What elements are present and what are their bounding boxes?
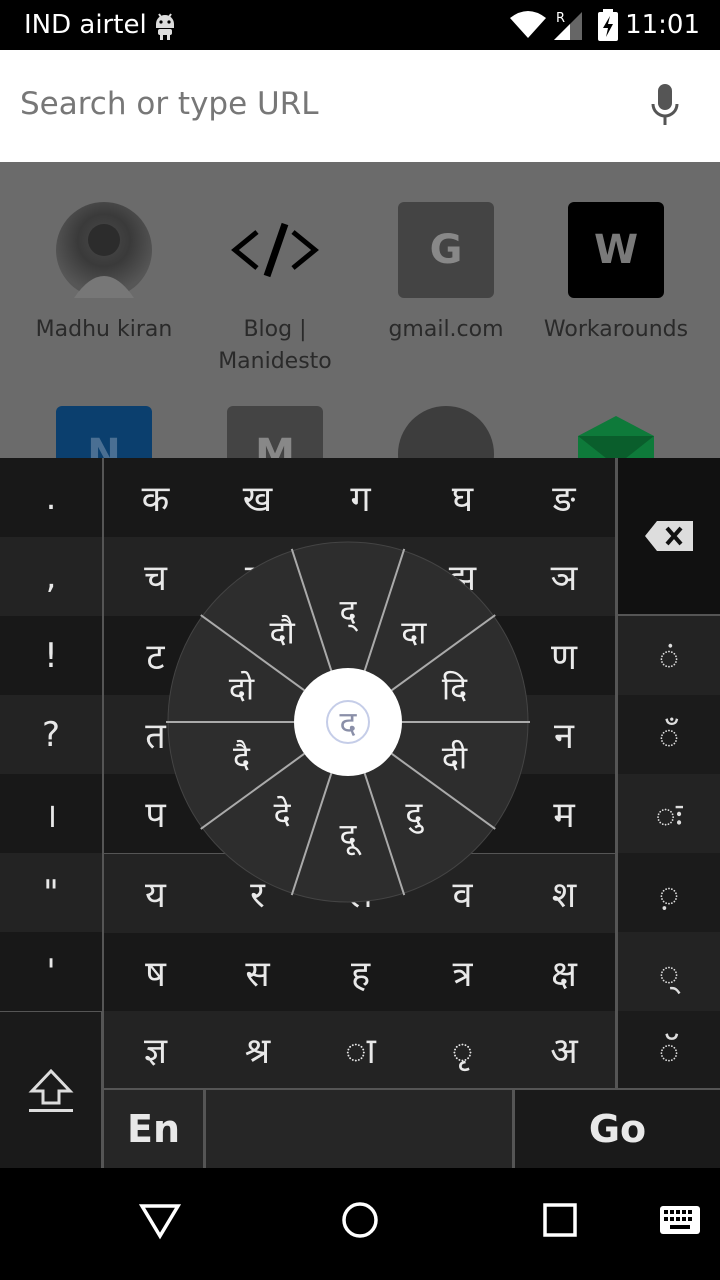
- key-consonant[interactable]: ण: [513, 616, 615, 695]
- backspace-icon: [645, 521, 693, 551]
- wheel-option[interactable]: दौ: [270, 613, 296, 651]
- roaming-indicator: R: [556, 11, 565, 26]
- key-consonant[interactable]: क: [104, 458, 207, 537]
- letter-thumb: G: [398, 202, 494, 298]
- key-consonant[interactable]: च: [104, 537, 207, 616]
- medium-logo: [568, 406, 664, 458]
- backspace-key[interactable]: [618, 458, 720, 614]
- key-consonant[interactable]: ख: [206, 458, 309, 537]
- wheel-option[interactable]: दी: [442, 739, 468, 777]
- key-consonant[interactable]: ञ: [513, 537, 615, 616]
- space-key[interactable]: [206, 1090, 512, 1168]
- matra-key-chandrabindu[interactable]: ◌ँ: [618, 695, 720, 774]
- omnibox[interactable]: Search or type URL: [0, 50, 720, 162]
- key-symbol[interactable]: ': [0, 932, 102, 1011]
- key-symbol[interactable]: !: [0, 616, 102, 695]
- tile-workarounds[interactable]: W Workarounds: [531, 202, 701, 346]
- code-logo: [227, 202, 323, 298]
- most-visited-grid: Madhu kiran Blog | Manidesto G gmail.com …: [0, 162, 720, 458]
- tile-avatar[interactable]: [361, 406, 531, 458]
- tile-m[interactable]: M: [190, 406, 360, 458]
- matra-key-nukta[interactable]: ◌़: [618, 853, 720, 932]
- status-bar: IND airtel R 11:01: [0, 0, 720, 50]
- tile-n[interactable]: N: [19, 406, 189, 458]
- key-consonant[interactable]: श: [513, 854, 615, 933]
- navigation-bar: [0, 1168, 720, 1280]
- wheel-option[interactable]: द्: [340, 592, 359, 632]
- back-icon[interactable]: [138, 1198, 182, 1242]
- matra-key-visarga[interactable]: ◌ः: [618, 774, 720, 853]
- tile-blog[interactable]: Blog | Manidesto: [190, 202, 360, 378]
- key-consonant[interactable]: त्र: [411, 933, 514, 1012]
- key-consonant[interactable]: ह: [309, 933, 412, 1012]
- key-consonant[interactable]: क्ष: [513, 933, 615, 1012]
- key-symbol[interactable]: .: [0, 458, 102, 537]
- key-consonant[interactable]: ष: [104, 933, 207, 1012]
- tile-label: Workarounds: [543, 317, 689, 342]
- tile-label: Blog | Manidesto: [218, 317, 332, 374]
- mic-icon[interactable]: [650, 82, 680, 128]
- key-consonant[interactable]: स: [206, 933, 309, 1012]
- letter-thumb: M: [227, 406, 323, 458]
- go-key[interactable]: Go: [515, 1090, 720, 1168]
- key-consonant[interactable]: अ: [513, 1011, 615, 1088]
- matra-key-anusvara[interactable]: ◌ं: [618, 616, 720, 695]
- wheel-option[interactable]: दो: [229, 669, 255, 707]
- tile-label: gmail.com: [388, 317, 504, 342]
- clock: 11:01: [625, 10, 700, 40]
- android-debug-icon: [156, 13, 174, 40]
- letter-thumb: W: [568, 202, 664, 298]
- key-consonant[interactable]: घ: [411, 458, 514, 537]
- language-switch-key[interactable]: En: [104, 1090, 203, 1168]
- wheel-option[interactable]: दा: [401, 613, 427, 651]
- key-symbol[interactable]: ?: [0, 695, 102, 774]
- signal-icon: R: [554, 11, 582, 40]
- key-consonant[interactable]: ग: [309, 458, 412, 537]
- matra-key-virama[interactable]: ◌्: [618, 932, 720, 1011]
- key-symbol[interactable]: ।: [0, 774, 102, 853]
- wheel-option[interactable]: दु: [405, 795, 424, 835]
- keyboard-icon[interactable]: [658, 1198, 702, 1242]
- letter-thumb: N: [56, 406, 152, 458]
- key-consonant[interactable]: ज्ञ: [104, 1011, 207, 1088]
- tile-gmail[interactable]: G gmail.com: [361, 202, 531, 346]
- wheel-option[interactable]: दि: [442, 669, 468, 707]
- key-consonant[interactable]: य: [104, 854, 207, 933]
- avatar: [56, 202, 152, 298]
- wifi-icon: [510, 11, 546, 38]
- home-icon[interactable]: [338, 1198, 382, 1242]
- matra-key-candra[interactable]: ◌ॅ: [618, 1011, 720, 1088]
- shift-icon: [28, 1068, 73, 1112]
- wheel-center-label: द: [340, 704, 358, 742]
- key-consonant[interactable]: न: [513, 695, 615, 774]
- tile-medium[interactable]: [531, 406, 701, 458]
- key-consonant[interactable]: श्र: [206, 1011, 309, 1088]
- wheel-option[interactable]: दे: [274, 795, 292, 833]
- key-consonant[interactable]: ◌ृ: [411, 1011, 514, 1088]
- carrier-name: IND airtel: [24, 10, 147, 40]
- key-symbol[interactable]: ,: [0, 537, 102, 616]
- search-input[interactable]: Search or type URL: [20, 86, 319, 122]
- key-symbol[interactable]: ": [0, 853, 102, 932]
- wheel-option[interactable]: दै: [233, 739, 251, 777]
- tile-madhu-kiran[interactable]: Madhu kiran: [19, 202, 189, 346]
- recents-icon[interactable]: [540, 1198, 580, 1242]
- battery-charging-icon: [598, 9, 618, 41]
- key-consonant[interactable]: म: [513, 774, 615, 853]
- avatar: [398, 406, 494, 458]
- shift-key[interactable]: [0, 1012, 101, 1168]
- key-consonant[interactable]: ◌ा: [309, 1011, 412, 1088]
- tile-label: Madhu kiran: [35, 317, 173, 342]
- key-consonant[interactable]: ङ: [513, 458, 615, 537]
